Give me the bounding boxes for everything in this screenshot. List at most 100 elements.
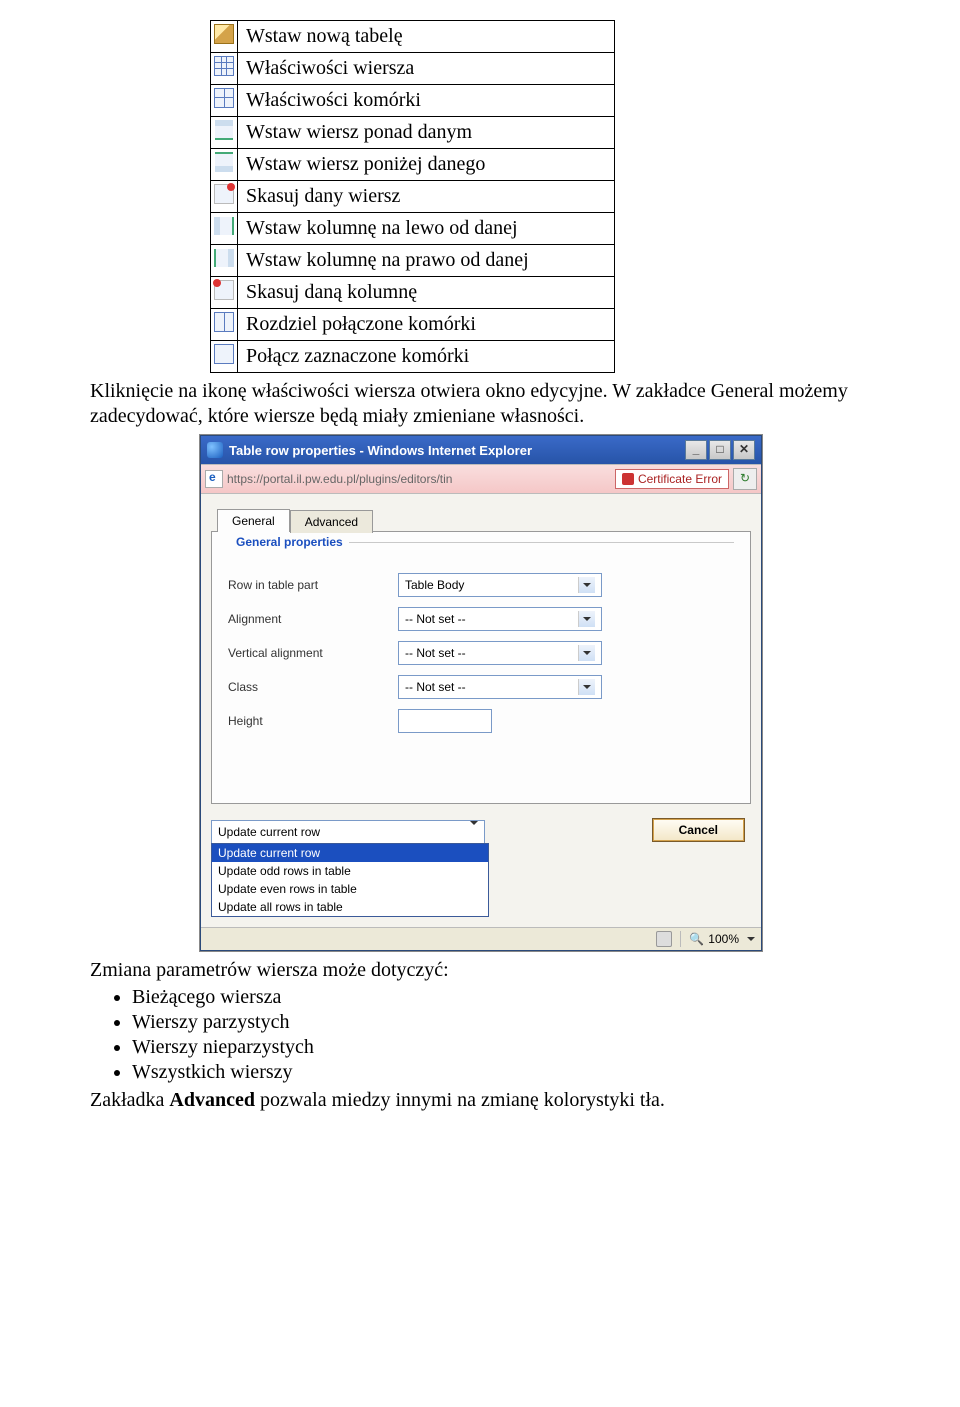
list-item: Bieżącego wiersza bbox=[132, 986, 880, 1009]
table-row: Wstaw nową tabelę bbox=[211, 21, 615, 53]
function-label: Wstaw nową tabelę bbox=[238, 21, 615, 53]
function-label: Rozdziel połączone komórki bbox=[238, 309, 615, 341]
insert-row-above-icon bbox=[215, 120, 233, 140]
function-label: Właściwości komórki bbox=[238, 85, 615, 117]
select-update-scope[interactable]: Update current row bbox=[211, 820, 485, 844]
table-row: Rozdziel połączone komórki bbox=[211, 309, 615, 341]
table-row: Wstaw wiersz ponad danym bbox=[211, 117, 615, 149]
close-button[interactable]: ✕ bbox=[733, 440, 755, 460]
magnifier-icon: 🔍 bbox=[689, 932, 704, 946]
paragraph-advanced-note: Zakładka Advanced pozwala miedzy innymi … bbox=[90, 1088, 880, 1113]
function-label: Wstaw wiersz ponad danym bbox=[238, 117, 615, 149]
status-bar: 🔍 100% bbox=[201, 927, 761, 950]
label-row-in-table-part: Row in table part bbox=[228, 578, 398, 592]
select-value: Table Body bbox=[405, 574, 464, 596]
table-row: Skasuj dany wiersz bbox=[211, 181, 615, 213]
select-class[interactable]: -- Not set -- bbox=[398, 675, 602, 699]
cell-properties-icon bbox=[214, 88, 234, 108]
dialog-title: Table row properties - Windows Internet … bbox=[229, 443, 683, 458]
cancel-button[interactable]: Cancel bbox=[652, 818, 745, 842]
dialog-footer: Update current row Update current rowUpd… bbox=[201, 814, 761, 927]
function-label: Połącz zaznaczone komórki bbox=[238, 341, 615, 373]
function-label: Wstaw kolumnę na prawo od danej bbox=[238, 245, 615, 277]
certificate-error-label: Certificate Error bbox=[638, 472, 722, 486]
tab-advanced[interactable]: Advanced bbox=[290, 510, 373, 533]
dropdown-option[interactable]: Update odd rows in table bbox=[212, 862, 488, 880]
icon-cell bbox=[211, 309, 238, 341]
chevron-down-icon bbox=[470, 821, 478, 843]
select-value: Update current row bbox=[218, 821, 320, 843]
insert-table-icon bbox=[214, 24, 234, 44]
delete-row-icon bbox=[214, 184, 234, 204]
icon-cell bbox=[211, 21, 238, 53]
list-item: Wierszy nieparzystych bbox=[132, 1036, 880, 1059]
function-label: Wstaw wiersz poniżej danego bbox=[238, 149, 615, 181]
icon-cell bbox=[211, 149, 238, 181]
shield-icon bbox=[622, 473, 634, 485]
maximize-button[interactable]: □ bbox=[709, 440, 731, 460]
row-properties-icon bbox=[214, 56, 234, 76]
lock-icon bbox=[656, 931, 672, 947]
table-row: Wstaw kolumnę na lewo od danej bbox=[211, 213, 615, 245]
chevron-down-icon bbox=[578, 645, 595, 661]
split-cells-icon bbox=[214, 312, 234, 332]
insert-row-below-icon bbox=[215, 152, 233, 172]
function-label: Właściwości wiersza bbox=[238, 53, 615, 85]
select-vertical-alignment[interactable]: -- Not set -- bbox=[398, 641, 602, 665]
input-height[interactable] bbox=[398, 709, 492, 733]
chevron-down-icon bbox=[578, 577, 595, 593]
table-row: Właściwości komórki bbox=[211, 85, 615, 117]
insert-col-right-icon bbox=[214, 249, 234, 267]
tab-pane-general: General properties Row in table part Tab… bbox=[211, 531, 751, 804]
dropdown-option[interactable]: Update even rows in table bbox=[212, 880, 488, 898]
refresh-button[interactable]: ↻ bbox=[733, 468, 757, 490]
table-row: Właściwości wiersza bbox=[211, 53, 615, 85]
icon-cell bbox=[211, 53, 238, 85]
update-scope-dropdown[interactable]: Update current rowUpdate odd rows in tab… bbox=[211, 843, 489, 917]
delete-col-icon bbox=[214, 280, 234, 300]
function-label: Wstaw kolumnę na lewo od danej bbox=[238, 213, 615, 245]
select-value: -- Not set -- bbox=[405, 676, 466, 698]
ie-icon bbox=[207, 442, 223, 458]
separator bbox=[680, 931, 681, 947]
chevron-down-icon bbox=[578, 611, 595, 627]
tab-strip: General Advanced bbox=[201, 494, 761, 531]
dropdown-option[interactable]: Update all rows in table bbox=[212, 898, 488, 916]
zoom-control[interactable]: 🔍 100% bbox=[689, 932, 755, 946]
label-height: Height bbox=[228, 714, 398, 728]
select-value: -- Not set -- bbox=[405, 608, 466, 630]
function-label: Skasuj daną kolumnę bbox=[238, 277, 615, 309]
zoom-value: 100% bbox=[708, 932, 739, 946]
fieldset-legend: General properties bbox=[230, 542, 734, 557]
url-text: https://portal.il.pw.edu.pl/plugins/edit… bbox=[227, 472, 611, 486]
dialog-titlebar: Table row properties - Windows Internet … bbox=[201, 436, 761, 464]
select-row-in-table-part[interactable]: Table Body bbox=[398, 573, 602, 597]
dropdown-option[interactable]: Update current row bbox=[212, 844, 488, 862]
icon-cell bbox=[211, 213, 238, 245]
icon-cell bbox=[211, 341, 238, 373]
icon-cell bbox=[211, 85, 238, 117]
select-value: -- Not set -- bbox=[405, 642, 466, 664]
table-row: Wstaw kolumnę na prawo od danej bbox=[211, 245, 615, 277]
tab-general[interactable]: General bbox=[217, 509, 290, 532]
text-bold: Advanced bbox=[169, 1089, 255, 1111]
table-row: Skasuj daną kolumnę bbox=[211, 277, 615, 309]
row-properties-dialog: Table row properties - Windows Internet … bbox=[200, 435, 762, 951]
icon-cell bbox=[211, 245, 238, 277]
outcome-list: Bieżącego wierszaWierszy parzystychWiers… bbox=[132, 986, 880, 1084]
icon-cell bbox=[211, 181, 238, 213]
chevron-down-icon bbox=[578, 679, 595, 695]
select-alignment[interactable]: -- Not set -- bbox=[398, 607, 602, 631]
certificate-error-button[interactable]: Certificate Error bbox=[615, 469, 729, 489]
text: pozwala miedzy innymi na zmianę koloryst… bbox=[255, 1089, 665, 1111]
table-row: Połącz zaznaczone komórki bbox=[211, 341, 615, 373]
function-label: Skasuj dany wiersz bbox=[238, 181, 615, 213]
label-vertical-alignment: Vertical alignment bbox=[228, 646, 398, 660]
insert-col-left-icon bbox=[214, 217, 234, 235]
label-class: Class bbox=[228, 680, 398, 694]
paragraph-outcomes-intro: Zmiana parametrów wiersza może dotyczyć: bbox=[90, 959, 880, 982]
icon-cell bbox=[211, 277, 238, 309]
paragraph-intro: Kliknięcie na ikonę właściwości wiersza … bbox=[90, 379, 880, 429]
minimize-button[interactable]: _ bbox=[685, 440, 707, 460]
list-item: Wierszy parzystych bbox=[132, 1011, 880, 1034]
